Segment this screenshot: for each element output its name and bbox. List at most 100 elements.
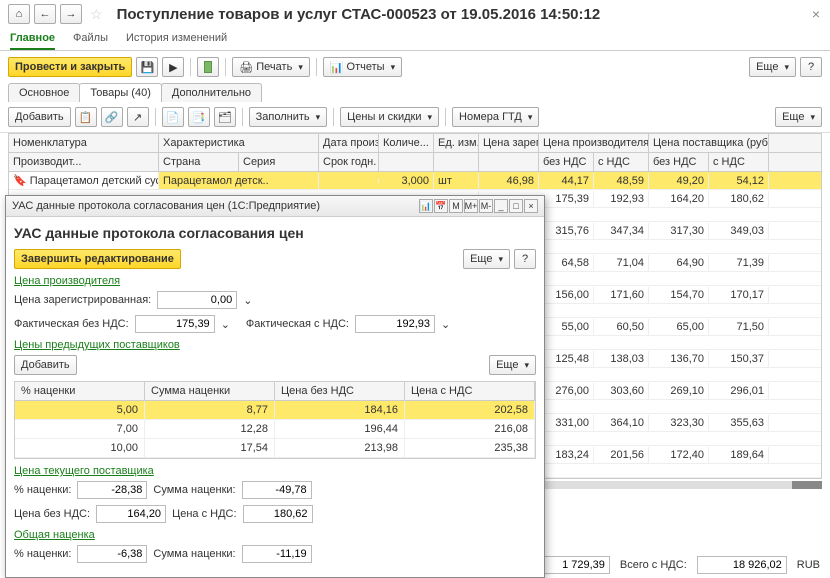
col-qty[interactable]: Количе...: [379, 134, 434, 152]
reg-price-input[interactable]: [157, 291, 237, 309]
prices-button[interactable]: Цены и скидки: [340, 107, 439, 127]
cur-v-label: Цена с НДС:: [172, 508, 236, 520]
tot-pct-input[interactable]: [77, 545, 147, 563]
tot-sum-label: Сумма наценки:: [153, 548, 235, 560]
tab-main[interactable]: Главное: [10, 28, 55, 50]
m-minus-icon[interactable]: M-: [479, 199, 493, 213]
col-characteristic[interactable]: Характеристика: [159, 134, 319, 152]
finish-edit-button[interactable]: Завершить редактирование: [14, 249, 181, 269]
tool-button-2[interactable]: 📄: [162, 107, 184, 127]
cur-nv-label: Цена без НДС:: [14, 508, 90, 520]
prev-suppliers-grid: % наценки Сумма наценки Цена без НДС Цен…: [14, 381, 536, 459]
grid-more-button[interactable]: Еще: [775, 107, 822, 127]
tab-history[interactable]: История изменений: [126, 28, 227, 50]
m-plus-icon[interactable]: M+: [464, 199, 478, 213]
modal-title: УАС данные протокола согласования цен: [14, 225, 536, 241]
cur-v-input[interactable]: [243, 505, 313, 523]
cur-nv-input[interactable]: [96, 505, 166, 523]
minimize-icon[interactable]: _: [494, 199, 508, 213]
link-button[interactable]: 🔗: [101, 107, 123, 127]
col-price-with-vat[interactable]: Цена с НДС: [405, 382, 535, 400]
col-expiry[interactable]: Срок годн.: [319, 153, 379, 171]
cur-pct-label: % наценки:: [14, 484, 71, 496]
section-total-markup: Общая наценка: [14, 529, 536, 541]
col-country[interactable]: Страна: [159, 153, 239, 171]
list-item[interactable]: 5,008,77184,16202,58: [15, 401, 535, 420]
col-sup-nv[interactable]: без НДС: [649, 153, 709, 171]
tot-sum-input[interactable]: [242, 545, 312, 563]
table-row[interactable]: 🔖 Парацетамол детский сусп... Парацетамо…: [9, 172, 821, 190]
copy-button[interactable]: 📋: [75, 107, 97, 127]
back-button[interactable]: ←: [34, 4, 56, 24]
save-button[interactable]: 💾: [136, 57, 158, 77]
list-item[interactable]: 7,0012,28196,44216,08: [15, 420, 535, 439]
price-protocol-modal: УАС данные протокола согласования цен (1…: [5, 195, 545, 578]
print-button[interactable]: 🖨 Печать: [232, 57, 310, 77]
close-icon[interactable]: ×: [812, 6, 820, 22]
currency: RUB: [797, 559, 820, 571]
col-series[interactable]: Серия: [239, 153, 319, 171]
subtab-main[interactable]: Основное: [8, 83, 80, 102]
modal-prev-more-button[interactable]: Еще: [489, 355, 536, 375]
forward-button[interactable]: →: [60, 4, 82, 24]
col-price-reg[interactable]: Цена зарег.: [479, 134, 539, 152]
m-clear-icon[interactable]: M: [449, 199, 463, 213]
window-toolbar: ⌂ ← → ☆ Поступление товаров и услуг СТАС…: [0, 0, 830, 28]
fact-nv-label: Фактическая без НДС:: [14, 318, 129, 330]
calc-icon[interactable]: 📊: [419, 199, 433, 213]
cur-sum-label: Сумма наценки:: [153, 484, 235, 496]
post-button[interactable]: ▶: [162, 57, 184, 77]
home-button[interactable]: ⌂: [8, 4, 30, 24]
col-markup-pct[interactable]: % наценки: [15, 382, 145, 400]
grid-toolbar: Добавить 📋 🔗 ↗ 📄 📑 🗂 Заполнить Цены и ск…: [0, 102, 830, 133]
col-price-no-vat[interactable]: Цена без НДС: [275, 382, 405, 400]
favorite-icon[interactable]: ☆: [90, 6, 103, 23]
modal-window-title: УАС данные протокола согласования цен (1…: [12, 200, 320, 212]
action-bar: Провести и закрыть 💾 ▶ 🖨 Печать 📊 Отчеты…: [0, 51, 830, 83]
col-mfr-nv[interactable]: без НДС: [539, 153, 594, 171]
modal-help-button[interactable]: ?: [514, 249, 536, 269]
tool-button-4[interactable]: 🗂: [214, 107, 236, 127]
nav-tabs: Главное Файлы История изменений: [0, 28, 830, 51]
gtd-button[interactable]: Номера ГТД: [452, 107, 539, 127]
col-price-mfr[interactable]: Цена производителя: [539, 134, 649, 152]
reports-button[interactable]: 📊 Отчеты: [323, 57, 402, 77]
col-uom[interactable]: Ед. изм.: [434, 134, 479, 152]
subtab-goods[interactable]: Товары (40): [79, 83, 161, 102]
col-mfr-v[interactable]: с НДС: [594, 153, 649, 171]
maximize-icon[interactable]: □: [509, 199, 523, 213]
section-prev-suppliers: Цены предыдущих поставщиков: [14, 339, 536, 351]
total-label: Всего с НДС:: [620, 559, 687, 571]
col-nomenclature[interactable]: Номенклатура: [9, 134, 159, 152]
page-title: Поступление товаров и услуг СТАС-000523 …: [117, 6, 601, 23]
modal-more-button[interactable]: Еще: [463, 249, 510, 269]
modal-add-button[interactable]: Добавить: [14, 355, 77, 375]
modal-close-icon[interactable]: ×: [524, 199, 538, 213]
sub-tabs: Основное Товары (40) Дополнительно: [0, 83, 830, 102]
post-and-close-button[interactable]: Провести и закрыть: [8, 57, 132, 77]
col-markup-sum[interactable]: Сумма наценки: [145, 382, 275, 400]
fact-nv-input[interactable]: [135, 315, 215, 333]
subtab-extra[interactable]: Дополнительно: [161, 83, 262, 102]
fill-button[interactable]: Заполнить: [249, 107, 328, 127]
section-current-supplier: Цена текущего поставщика: [14, 465, 536, 477]
tool-button-1[interactable]: [197, 57, 219, 77]
list-item[interactable]: 10,0017,54213,98235,38: [15, 439, 535, 458]
tool-button-3[interactable]: 📑: [188, 107, 210, 127]
tab-files[interactable]: Файлы: [73, 28, 108, 50]
add-row-button[interactable]: Добавить: [8, 107, 71, 127]
more-button[interactable]: Еще: [749, 57, 796, 77]
col-price-sup[interactable]: Цена поставщика (руб.): [649, 134, 769, 152]
fact-v-input[interactable]: [355, 315, 435, 333]
col-date[interactable]: Дата произв.: [319, 134, 379, 152]
share-button[interactable]: ↗: [127, 107, 149, 127]
help-button[interactable]: ?: [800, 57, 822, 77]
date-icon[interactable]: 📅: [434, 199, 448, 213]
reg-price-label: Цена зарегистрированная:: [14, 294, 151, 306]
section-mfr-price: Цена производителя: [14, 275, 536, 287]
col-sup-v[interactable]: с НДС: [709, 153, 769, 171]
total-value[interactable]: [697, 556, 787, 574]
col-mfr[interactable]: Производит...: [9, 153, 159, 171]
cur-pct-input[interactable]: [77, 481, 147, 499]
cur-sum-input[interactable]: [242, 481, 312, 499]
